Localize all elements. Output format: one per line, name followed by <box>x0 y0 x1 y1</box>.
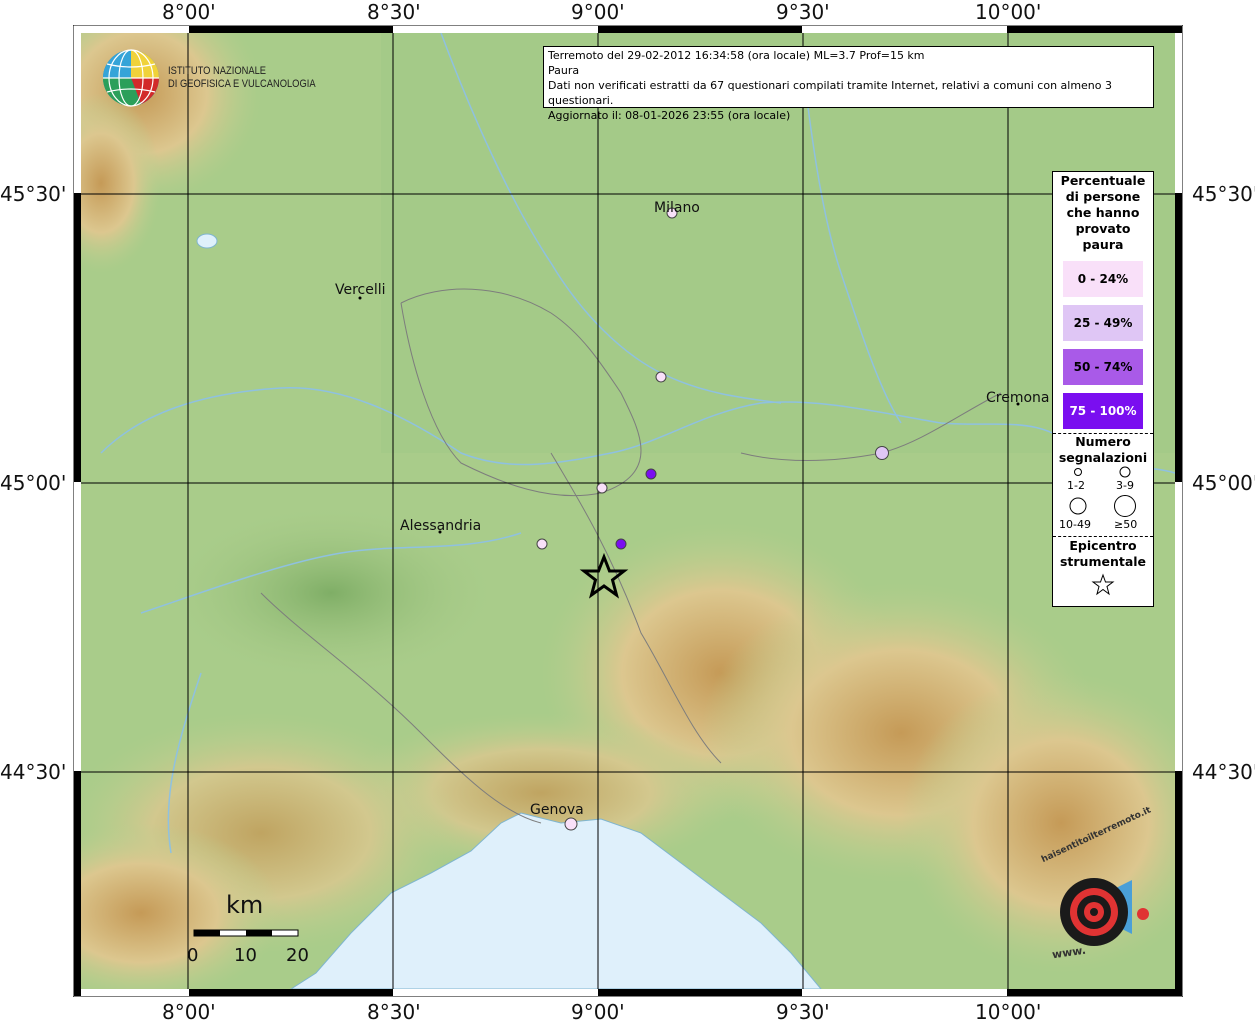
legend-count-symbol-1-2 <box>1074 468 1082 476</box>
legend-panel: Percentuale di persone che hanno provato… <box>1052 171 1154 607</box>
observation-point <box>655 371 667 383</box>
legend-class-0-24: 0 - 24% <box>1063 261 1143 297</box>
lon-label-bottom-9-30: 9°30' <box>776 1000 830 1024</box>
lat-label-right-44-30: 44°30' <box>1192 760 1255 784</box>
legend-count-label: 3-9 <box>1116 479 1134 492</box>
lon-label-9-00: 9°00' <box>571 0 625 24</box>
observation-point <box>536 538 548 550</box>
observation-point <box>875 446 889 460</box>
scale-tick-label: 20 <box>286 945 309 966</box>
legend-title-line: Percentuale <box>1060 173 1146 188</box>
city-label-alessandria: Alessandria <box>400 518 482 534</box>
legend-count-symbol-50 <box>1114 495 1136 517</box>
ingv-logo-line2: DI GEOFISICA E VULCANOLOGIA <box>168 78 316 90</box>
legend-count-label: 1-2 <box>1067 479 1085 492</box>
lon-label-8-00: 8°00' <box>162 0 216 24</box>
event-info-data-note: Dati non verificati estratti da 67 quest… <box>548 79 1113 107</box>
legend-class-25-49: 25 - 49% <box>1063 305 1143 341</box>
city-label-genova: Genova <box>530 802 584 818</box>
event-info-title: Terremoto del 29-02-2012 16:34:58 (ora l… <box>548 49 925 62</box>
scale-bar <box>193 929 299 937</box>
event-info-parameter: Paura <box>548 64 580 77</box>
legend-epicenter-star-icon <box>1091 573 1115 596</box>
lon-label-10-00: 10°00' <box>975 0 1042 24</box>
legend-count-title-line: Numero <box>1075 434 1131 449</box>
city-label-milano: Milano <box>654 200 700 216</box>
legend-count-symbols: 1-2 3-9 10-49 ≥50 <box>1053 466 1153 536</box>
event-info-box: Terremoto del 29-02-2012 16:34:58 (ora l… <box>543 46 1154 122</box>
legend-title-line: di persone <box>1065 189 1141 204</box>
lon-label-bottom-10-00: 10°00' <box>975 1000 1042 1024</box>
lon-label-bottom-8-30: 8°30' <box>367 1000 421 1024</box>
scale-tick-label: 0 <box>187 945 199 966</box>
ingv-globe-logo <box>103 49 159 107</box>
scale-tick-label: 10 <box>234 945 257 966</box>
legend-epicenter-title: Epicentro strumentale <box>1053 537 1153 570</box>
legend-count-label: 10-49 <box>1059 518 1091 531</box>
lat-label-left-45-30: 45°30' <box>0 182 67 206</box>
legend-count-title: Numero segnalazioni <box>1053 434 1153 466</box>
lat-label-left-45-00: 45°00' <box>0 471 67 495</box>
legend-class-50-74: 50 - 74% <box>1063 349 1143 385</box>
lon-label-8-30: 8°30' <box>367 0 421 24</box>
legend-count-symbol-3-9 <box>1119 466 1131 478</box>
legend-epicenter-title-line: Epicentro <box>1069 538 1137 553</box>
legend-title: Percentuale di persone che hanno provato… <box>1053 172 1153 253</box>
legend-class-75-100: 75 - 100% <box>1063 393 1143 429</box>
lon-label-9-30: 9°30' <box>776 0 830 24</box>
terrain-map <box>81 33 1175 989</box>
legend-epicenter-title-line: strumentale <box>1059 554 1147 569</box>
observation-point <box>564 817 578 831</box>
lat-label-left-44-30: 44°30' <box>0 760 67 784</box>
observation-point <box>615 538 627 550</box>
legend-title-line: provato <box>1075 221 1131 236</box>
legend-count-label: ≥50 <box>1114 518 1138 531</box>
city-label-cremona: Cremona <box>986 390 1050 406</box>
lat-label-right-45-00: 45°00' <box>1192 471 1255 495</box>
lon-label-bottom-8-00: 8°00' <box>162 1000 216 1024</box>
observation-point <box>645 468 657 480</box>
ingv-logo-line1: ISTITUTO NAZIONALE <box>168 65 267 77</box>
scale-unit: km <box>226 891 264 919</box>
city-label-vercelli: Vercelli <box>335 282 386 298</box>
legend-title-line: paura <box>1082 237 1124 252</box>
lat-label-right-45-30: 45°30' <box>1192 182 1255 206</box>
legend-title-line: che hanno <box>1066 205 1140 220</box>
legend-count-symbol-10-49 <box>1069 497 1087 515</box>
legend-count-title-line: segnalazioni <box>1058 450 1148 465</box>
hsit-stamp-logo <box>1060 878 1149 946</box>
observation-point <box>596 482 608 494</box>
lon-label-bottom-9-00: 9°00' <box>571 1000 625 1024</box>
event-info-updated: Aggiornato il: 08-01-2026 23:55 (ora loc… <box>548 109 791 122</box>
